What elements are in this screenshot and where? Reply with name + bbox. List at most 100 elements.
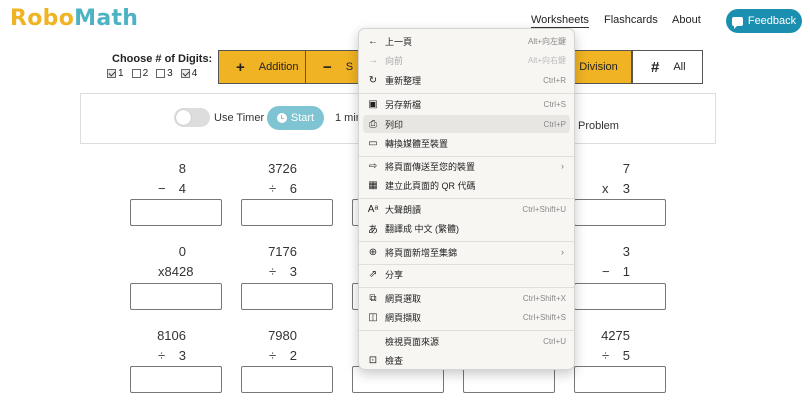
digit-label: 4 <box>191 68 198 79</box>
translate-icon: あ <box>368 224 378 236</box>
menu-item-label: 翻譯成 中文 (繁體) <box>385 223 459 234</box>
menu-item-web-select[interactable]: ⧉ 網頁選取 Ctrl+Shift+X <box>363 289 570 307</box>
answer-input[interactable] <box>130 283 222 310</box>
problem-operator: x <box>602 181 609 196</box>
problem-top: 3 <box>622 244 630 259</box>
answer-input[interactable] <box>130 199 222 226</box>
menu-item-label: 大聲朗讀 <box>385 204 422 215</box>
digit-option-2[interactable]: 2 <box>131 68 149 79</box>
digit-checkbox-3[interactable] <box>156 69 166 78</box>
menu-item-label: 分享 <box>385 269 404 280</box>
menu-item-web-capture[interactable]: ◫ 網頁擷取 Ctrl+Shift+S <box>363 308 570 326</box>
robomath-logo[interactable]: RoboMath <box>10 6 138 31</box>
comment-icon <box>731 16 743 29</box>
menu-item-view-source[interactable]: 檢視頁面來源 Ctrl+U <box>363 332 570 350</box>
problem-operator: ÷ <box>602 348 610 363</box>
nav-worksheets[interactable]: Worksheets <box>531 14 589 28</box>
timer-toggle[interactable] <box>174 108 210 127</box>
problem-operator: ÷ <box>269 181 277 196</box>
answer-input[interactable] <box>241 283 333 310</box>
menu-item-label: 將頁面新增至集錦 <box>385 247 458 258</box>
digit-checkbox-1[interactable] <box>107 69 116 78</box>
problem-top: 4275 <box>601 328 630 343</box>
menu-item-translate[interactable]: あ 翻譯成 中文 (繁體) <box>363 219 570 237</box>
save-icon: ▣ <box>368 98 378 110</box>
problem-operator: ÷ <box>269 348 277 363</box>
digit-option-3[interactable]: 3 <box>156 68 173 79</box>
answer-input[interactable] <box>352 366 444 393</box>
back-arrow-icon: ← <box>368 35 378 47</box>
problem-bottom: 3 <box>289 264 297 279</box>
menu-item-qr-code[interactable]: ▦ 建立此頁面的 QR 代碼 <box>363 176 570 194</box>
timer-label: Use Timer <box>214 112 265 124</box>
print-icon: ⎙ <box>369 118 377 130</box>
start-button[interactable]: Start <box>267 106 324 130</box>
division-button[interactable]: Division <box>565 50 632 84</box>
menu-item-add-to-collections[interactable]: ⊕ 將頁面新增至集錦 › <box>363 243 570 261</box>
menu-item-label: 列印 <box>385 119 404 130</box>
read-aloud-icon: Aᵃ <box>367 203 379 215</box>
menu-item-send-to-device[interactable]: ⇨ 將頁面傳送至您的裝置 › <box>363 157 570 175</box>
nav-flashcards[interactable]: Flashcards <box>604 14 658 26</box>
answer-input[interactable] <box>463 366 555 393</box>
problem-top: 0 <box>178 244 186 259</box>
problem-operator: − <box>158 181 166 196</box>
subtraction-label: S <box>345 61 354 73</box>
menu-item-label: 網頁選取 <box>385 293 422 304</box>
menu-item-shortcut: Alt+向右鍵 <box>527 55 566 65</box>
problem-bottom: 8428 <box>164 264 194 279</box>
menu-item-label: 檢視頁面來源 <box>385 336 440 347</box>
subtraction-button[interactable]: − S <box>305 50 365 84</box>
problem-top: 7980 <box>268 328 297 343</box>
answer-input[interactable] <box>241 199 333 226</box>
cast-icon: ▭ <box>368 137 378 149</box>
division-label: Division <box>579 61 618 73</box>
menu-item-label: 建立此頁面的 QR 代碼 <box>385 180 476 191</box>
menu-item-label: 轉換媒體至裝置 <box>385 138 449 149</box>
problem-bottom: 2 <box>289 348 297 363</box>
menu-item-save-as[interactable]: ▣ 另存新檔 Ctrl+S <box>363 95 570 113</box>
menu-item-back[interactable]: ← 上一頁 Alt+向左鍵 <box>363 32 570 50</box>
clock-icon <box>276 113 287 123</box>
context-menu: ← 上一頁 Alt+向左鍵 → 向前 Alt+向右鍵 ↻ 重新整理 Ctrl+R… <box>358 28 575 370</box>
plus-icon: + <box>236 58 245 76</box>
menu-item-share[interactable]: ⇗ 分享 <box>363 265 570 283</box>
digit-options: 1 2 3 4 <box>107 68 197 79</box>
chevron-right-icon: › <box>561 247 564 257</box>
web-capture-icon: ◫ <box>368 311 378 323</box>
answer-input[interactable] <box>574 283 666 310</box>
menu-item-reload[interactable]: ↻ 重新整理 Ctrl+R <box>363 71 570 89</box>
menu-item-shortcut: Ctrl+U <box>543 336 566 346</box>
logo-robo: Robo <box>10 6 75 31</box>
menu-item-read-aloud[interactable]: Aᵃ 大聲朗讀 Ctrl+Shift+U <box>363 200 570 218</box>
chevron-right-icon: › <box>561 161 564 171</box>
digit-label: 2 <box>142 68 149 79</box>
problem-operator: ÷ <box>158 348 166 363</box>
digit-checkbox-2[interactable] <box>131 69 141 78</box>
feedback-button[interactable]: Feedback <box>726 9 802 33</box>
answer-input[interactable] <box>574 366 666 393</box>
menu-item-shortcut: Ctrl+P <box>543 119 566 129</box>
menu-item-forward[interactable]: → 向前 Alt+向右鍵 <box>363 51 570 69</box>
menu-separator <box>359 330 574 331</box>
menu-item-inspect[interactable]: ⊡ 檢查 <box>363 351 570 369</box>
answer-input[interactable] <box>574 199 666 226</box>
problem-label: Problem <box>578 120 619 132</box>
addition-button[interactable]: + Addition <box>218 50 306 84</box>
digit-option-4[interactable]: 4 <box>180 68 198 79</box>
menu-item-label: 向前 <box>385 55 404 66</box>
all-label: All <box>673 61 686 73</box>
menu-item-shortcut: Ctrl+S <box>543 99 566 109</box>
menu-item-cast[interactable]: ▭ 轉換媒體至裝置 <box>363 134 570 152</box>
digit-option-1[interactable]: 1 <box>107 68 124 79</box>
problem-operator: − <box>602 264 610 279</box>
all-button[interactable]: # All <box>632 50 703 84</box>
digit-checkbox-4[interactable] <box>180 69 190 78</box>
menu-item-print[interactable]: ⎙ 列印 Ctrl+P <box>363 115 570 133</box>
nav-about[interactable]: About <box>672 14 701 26</box>
answer-input[interactable] <box>130 366 222 393</box>
feedback-label: Feedback <box>747 15 797 27</box>
answer-input[interactable] <box>241 366 333 393</box>
addition-label: Addition <box>258 61 299 73</box>
forward-arrow-icon: → <box>368 54 378 66</box>
